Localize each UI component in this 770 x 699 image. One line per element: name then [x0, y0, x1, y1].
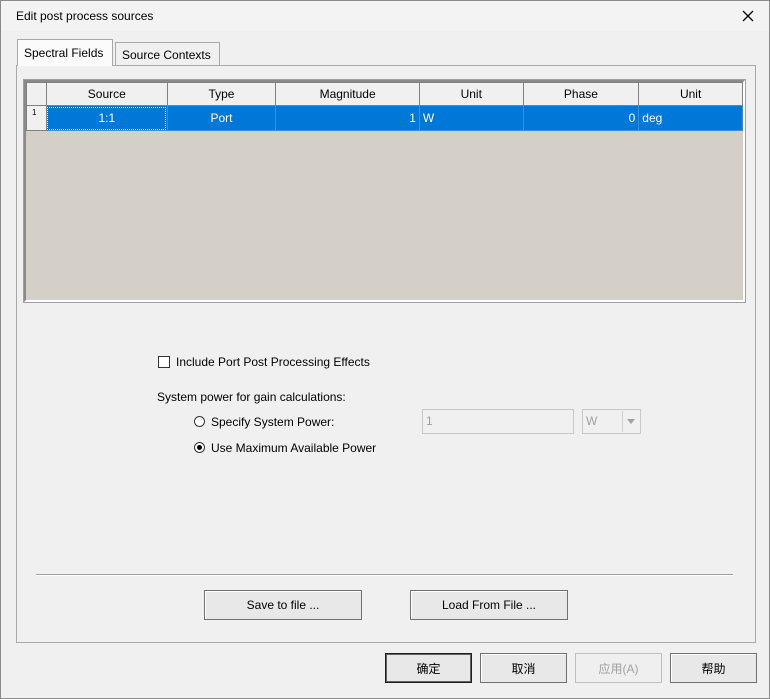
tab-label: Spectral Fields [24, 46, 104, 60]
cell-type[interactable]: Port [166, 105, 277, 131]
cell-phase-unit[interactable]: deg [638, 105, 743, 131]
grid-header-row: Source Type Magnitude Unit Phase Unit [26, 82, 743, 106]
help-label: 帮助 [701, 661, 726, 676]
cell-magnitude[interactable]: 1 [275, 105, 420, 131]
power-unit-value: W [586, 414, 598, 428]
row-number[interactable]: 1 [26, 105, 47, 131]
use-max-power-radio[interactable] [194, 442, 205, 453]
dialog-window: Edit post process sources Spectral Field… [0, 0, 770, 699]
column-header[interactable]: Unit [638, 82, 743, 106]
close-icon [742, 10, 754, 22]
power-unit-select[interactable]: W [582, 409, 641, 434]
help-button[interactable]: 帮助 [670, 653, 757, 683]
tab-label: Source Contexts [122, 47, 211, 62]
tab-spectral-fields[interactable]: Spectral Fields [17, 39, 113, 66]
cancel-label: 取消 [511, 661, 536, 676]
close-button[interactable] [737, 5, 759, 27]
save-to-file-label: Save to file ... [246, 598, 320, 612]
load-from-file-label: Load From File ... [441, 598, 537, 612]
save-to-file-button[interactable]: Save to file ... [204, 590, 362, 620]
column-header[interactable]: Source [45, 82, 168, 106]
ok-button[interactable]: 确定 [385, 653, 472, 683]
column-header[interactable]: Type [166, 82, 277, 106]
table-row[interactable]: 1 1:1 Port 1 W 0 deg [26, 105, 743, 131]
column-header[interactable]: Unit [418, 82, 524, 106]
apply-button[interactable]: 应用(A) [575, 653, 662, 683]
system-power-heading: System power for gain calculations: [157, 390, 346, 404]
title-bar: Edit post process sources [1, 1, 769, 31]
specify-power-label[interactable]: Specify System Power: [211, 415, 334, 429]
specify-power-radio[interactable] [194, 416, 205, 427]
chevron-down-icon [622, 411, 639, 432]
cancel-button[interactable]: 取消 [480, 653, 567, 683]
include-port-label[interactable]: Include Port Post Processing Effects [176, 355, 370, 369]
apply-label: 应用(A) [598, 661, 639, 676]
column-header[interactable]: Phase [522, 82, 640, 106]
include-port-checkbox[interactable] [158, 356, 170, 368]
load-from-file-button[interactable]: Load From File ... [410, 590, 568, 620]
system-power-input[interactable]: 1 [422, 409, 574, 434]
divider [36, 574, 733, 576]
sources-grid[interactable]: Source Type Magnitude Unit Phase Unit 1 … [23, 79, 746, 303]
tab-source-contexts[interactable]: Source Contexts [115, 42, 220, 66]
grid-corner [26, 82, 47, 106]
cell-phase[interactable]: 0 [522, 105, 640, 131]
column-header[interactable]: Magnitude [275, 82, 420, 106]
cell-unit[interactable]: W [418, 105, 524, 131]
use-max-power-label[interactable]: Use Maximum Available Power [211, 441, 376, 455]
ok-label: 确定 [416, 661, 441, 676]
cell-source[interactable]: 1:1 [45, 105, 168, 131]
window-title: Edit post process sources [16, 9, 154, 23]
